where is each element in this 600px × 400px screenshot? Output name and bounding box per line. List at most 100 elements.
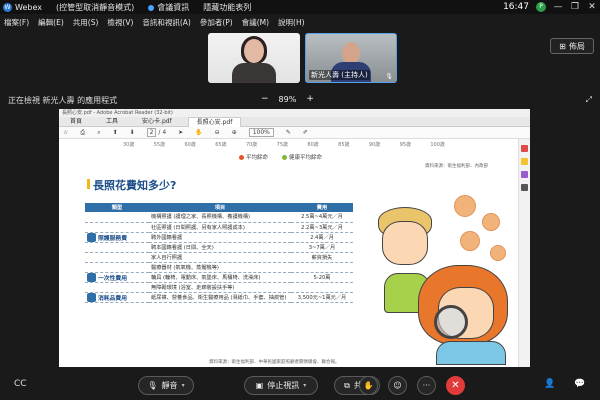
axis-label: 30歲 <box>123 142 135 148</box>
tab-tools[interactable]: 工具 <box>98 117 126 127</box>
profile-badge[interactable]: P <box>536 2 546 12</box>
zoom-controls: − 89% + <box>261 94 314 104</box>
chart-legend: 平均餘命 健康平均餘命 <box>239 153 322 161</box>
zoom-select[interactable]: 100% <box>248 128 274 137</box>
girl-body <box>436 341 506 365</box>
menu-file[interactable]: 檔案(F) <box>4 17 29 28</box>
next-page-icon[interactable]: ⬇ <box>130 129 135 136</box>
stop-video-button[interactable]: ▣ 停止視訊 ▾ <box>244 376 318 395</box>
participants-icon[interactable]: 👤 <box>544 379 555 389</box>
hand-icon[interactable]: ✋ <box>195 129 202 136</box>
zoom-in-button[interactable]: + <box>306 94 314 104</box>
meeting-info-button[interactable]: 會議資訊 <box>148 2 189 13</box>
chat-icon[interactable]: 💬 <box>574 379 585 389</box>
section-heading: 長照花費知多少? <box>93 179 177 192</box>
more-options-button[interactable]: ··· <box>417 376 436 395</box>
comment-tool-icon[interactable] <box>521 158 528 165</box>
share-screen-icon: ⧉ <box>344 380 350 390</box>
menu-meeting[interactable]: 會議(M) <box>242 17 269 28</box>
page-total: / 4 <box>158 129 167 136</box>
prev-page-icon[interactable]: ⬆ <box>113 129 118 136</box>
fill-sign-icon[interactable] <box>521 171 528 178</box>
layout-button[interactable]: ⊞ 佈局 <box>550 38 594 54</box>
zoom-plus-icon[interactable]: ⊕ <box>232 129 237 136</box>
menu-audio-video[interactable]: 音訊和視訊(A) <box>142 17 190 28</box>
tab-pdf-longterm-care[interactable]: 長照心安.pdf <box>187 116 242 127</box>
axis-label: 75歲 <box>276 142 289 148</box>
meeting-controls: CC 🎙 靜音 ▾ ▣ 停止視訊 ▾ ⧉ 共用 ✋ ☺ ··· ✕ 👤 💬 <box>0 370 600 400</box>
tab-home[interactable]: 首頁 <box>62 117 90 127</box>
pdf-export-icon[interactable] <box>521 145 528 152</box>
app-name: Webex <box>15 2 42 12</box>
webex-logo-icon: W <box>3 2 12 12</box>
video-strip: 新光人壽 (主持人) 🎙 <box>208 33 397 83</box>
table-row: 照護服務費 聘外國籍看護 2.4萬／月 <box>85 232 353 243</box>
menu-share[interactable]: 共用(S) <box>73 17 99 28</box>
legend-item: 健康平均餘命 <box>282 153 322 161</box>
cost-table: 類型 項目 費用 機構照護 (護理之家、長照機構、養護機構) 2.5萬~4萬元／月… <box>85 203 353 303</box>
coin-icon <box>460 231 480 251</box>
clock: 16:47 <box>503 2 529 12</box>
table-row: 一次性費用 輔具 (輪椅、電動床、氣墊床、馬桶椅、洗澡床) 5-20萬 <box>85 272 353 283</box>
viewing-status: 正在檢視 新光人壽 的應用程式 <box>8 96 118 105</box>
minimize-icon[interactable]: — <box>553 2 563 12</box>
camera-icon: ▣ <box>255 381 264 390</box>
cursor-icon[interactable]: ➤ <box>178 129 183 136</box>
maximize-icon[interactable]: ❐ <box>570 2 580 12</box>
magnifier-icon <box>434 305 468 339</box>
menu-help[interactable]: 說明(H) <box>278 17 305 28</box>
menu-edit[interactable]: 編輯(E) <box>38 17 64 28</box>
print-icon[interactable]: ⎙ <box>80 129 85 137</box>
zoom-minus-icon[interactable]: ⊖ <box>215 129 220 136</box>
search-icon[interactable]: ⌕ <box>97 129 100 137</box>
header-fee: 費用 <box>291 203 353 212</box>
acrobat-tabs: 首頁 工具 安心卡.pdf 長照心安.pdf <box>59 116 530 127</box>
title-bar: W Webex (控管型取消靜音模式) 會議資訊 隱藏功能表列 16:47 P … <box>0 0 600 14</box>
host-name-label: 新光人壽 (主持人) <box>309 70 370 80</box>
layout-grid-icon: ⊞ <box>559 41 566 51</box>
axis-label: 85歲 <box>338 142 350 148</box>
page-number-input[interactable]: 2 <box>146 128 157 137</box>
comment-icon[interactable]: ✎ <box>286 129 291 136</box>
host-video[interactable]: 新光人壽 (主持人) 🎙 <box>305 33 397 83</box>
chevron-down-icon: ▾ <box>181 382 185 389</box>
axis-label: 60歲 <box>184 142 196 148</box>
supplies-icon <box>87 292 96 302</box>
close-icon[interactable]: ✕ <box>587 2 597 12</box>
header-item: 項目 <box>149 203 291 212</box>
acrobat-title: 長照心安.pdf - Adobe Acrobat Reader (32-bit) <box>59 109 530 117</box>
axis-label: 55歲 <box>153 142 166 148</box>
coin-icon <box>454 195 476 217</box>
legend-item: 平均餘命 <box>239 153 268 161</box>
raise-hand-button[interactable]: ✋ <box>359 376 378 395</box>
menu-participants[interactable]: 參加者(P) <box>200 17 233 28</box>
more-tools-icon[interactable] <box>521 184 528 191</box>
wheelchair-icon <box>87 272 96 282</box>
menu-view[interactable]: 檢視(V) <box>107 17 133 28</box>
microphone-icon: 🎙 <box>147 381 158 390</box>
save-icon[interactable]: ☆ <box>63 129 68 136</box>
acrobat-toolbar: ☆ ⎙ ⌕ ⬆ ⬇ 2 / 4 ➤ ✋ ⊖ ⊕ 100% ✎ ✐ <box>59 127 530 139</box>
zoom-out-button[interactable]: − <box>261 94 269 104</box>
captions-icon[interactable]: CC <box>14 379 27 389</box>
header-type: 類型 <box>85 203 149 212</box>
participant-video[interactable] <box>208 33 300 83</box>
hide-menu-bar-button[interactable]: 隱藏功能表列 <box>203 2 251 13</box>
shared-screen: 長照心安.pdf - Adobe Acrobat Reader (32-bit)… <box>59 109 530 367</box>
participant-body <box>232 63 276 83</box>
pen-icon[interactable]: ✐ <box>303 129 308 136</box>
tab-pdf-card[interactable]: 安心卡.pdf <box>134 117 180 127</box>
smile-icon: ☺ <box>393 381 402 390</box>
table-source-note: 資料來源：衛生福利部、中華民國家庭照顧者關懷總會、聯合報。 <box>209 360 340 365</box>
pdf-page: 30歲 55歲 60歲 65歲 70歲 75歲 80歲 85歲 90歲 95歲 … <box>59 139 518 367</box>
table-row: 聘本國籍看護 (日間、全天) 3~7萬／月 <box>85 242 353 253</box>
mute-button[interactable]: 🎙 靜音 ▾ <box>138 376 194 395</box>
table-row: 無障礙環境 (浴室、走廊裝設扶手等) <box>85 282 353 293</box>
end-meeting-button[interactable]: ✕ <box>446 376 465 395</box>
reactions-button[interactable]: ☺ <box>388 376 407 395</box>
fullscreen-icon[interactable]: ⤢ <box>586 95 592 105</box>
hand-icon: ✋ <box>363 381 374 390</box>
legend-dot <box>239 155 244 160</box>
shield-icon <box>148 4 155 11</box>
table-row: 家人自行照護 薪資損失 <box>85 252 353 263</box>
